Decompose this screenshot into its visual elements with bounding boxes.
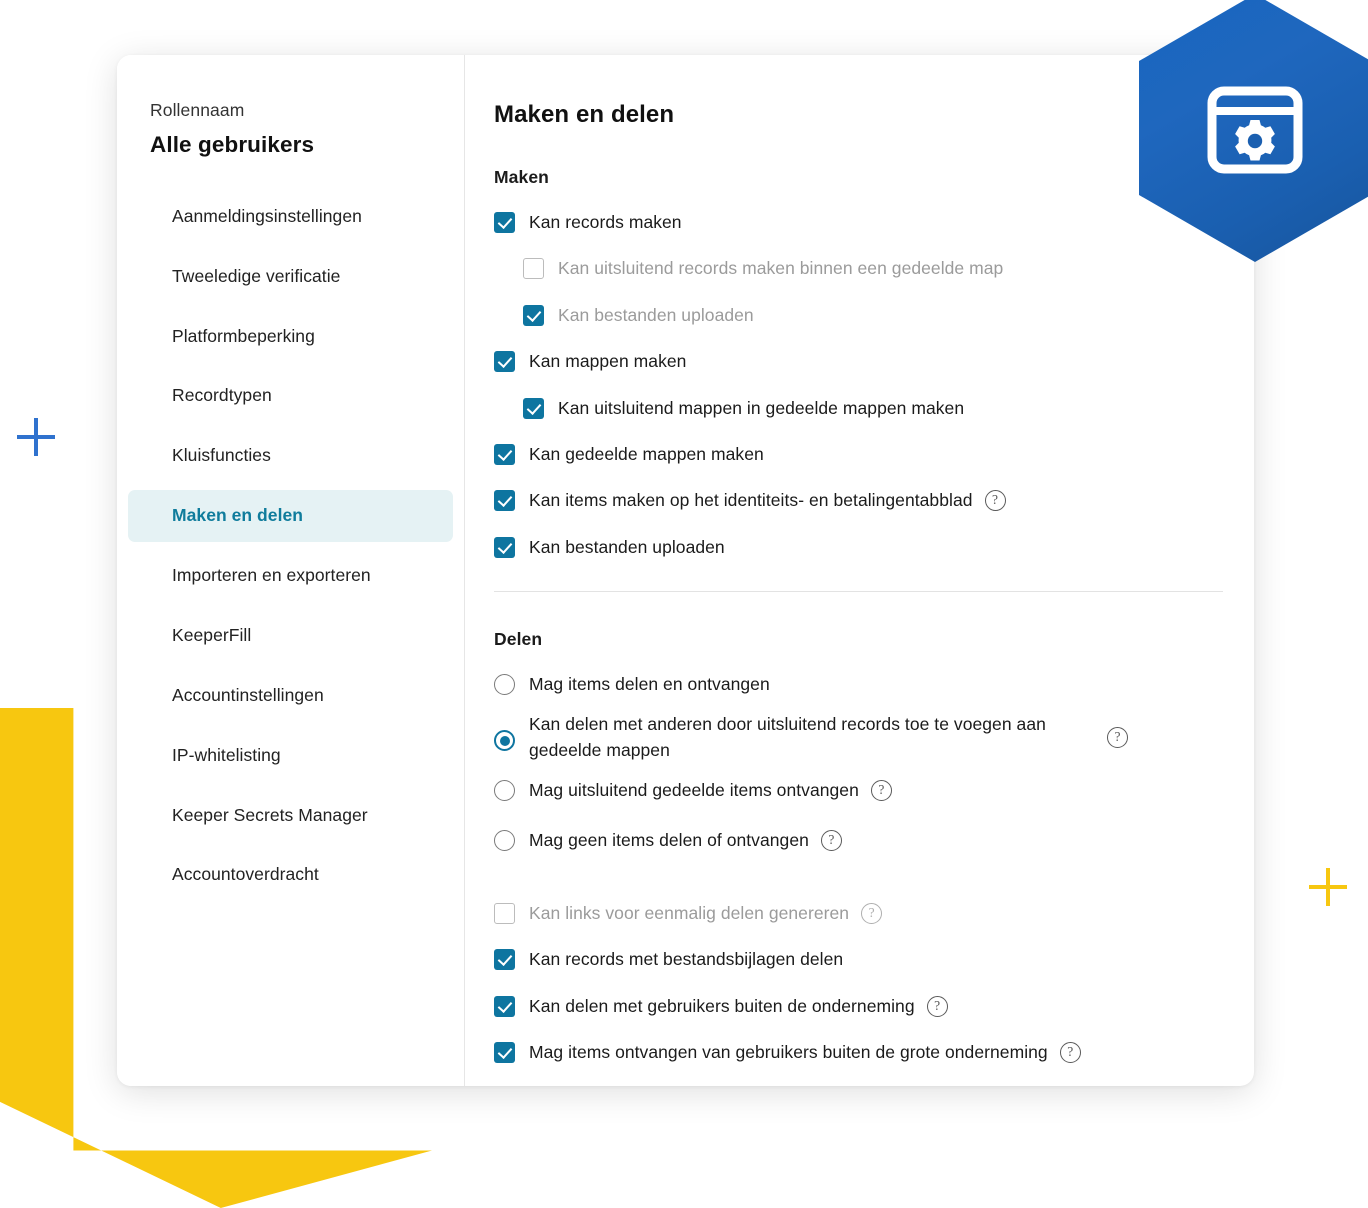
help-icon[interactable]: ? (820, 829, 842, 851)
sidebar-item-maken-en-delen[interactable]: Maken en delen (128, 490, 453, 542)
sidebar-item-accountoverdracht[interactable]: Accountoverdracht (128, 849, 453, 901)
checkbox-kan-records-maken[interactable] (494, 212, 515, 233)
option-row-kan-bestanden-uploaden-sub: Kan bestanden uploaden (494, 302, 1254, 328)
radio-kan-delen-met-anderen-records-toevoegen[interactable] (494, 730, 515, 752)
help-icon[interactable]: ? (1107, 726, 1128, 748)
option-row-kan-mappen-maken: Kan mappen maken (494, 348, 1254, 374)
settings-panel: Maken en delen Maken Kan records maken K… (465, 55, 1254, 1086)
sidebar-item-ip-whitelisting[interactable]: IP-whitelisting (128, 730, 453, 782)
option-label: Kan bestanden uploaden (558, 304, 754, 325)
help-icon[interactable]: ? (861, 902, 883, 924)
option-label: Kan bestanden uploaden (529, 536, 725, 557)
checkbox-kan-gedeelde-mappen-maken[interactable] (494, 443, 515, 465)
option-row-kan-records-maken: Kan records maken (494, 209, 1254, 235)
sidebar-item-keeperfill[interactable]: KeeperFill (128, 610, 453, 662)
sidebar-item-tweeledige-verificatie[interactable]: Tweeledige verificatie (128, 251, 453, 303)
option-row-kan-links-voor-eenmalig-delen-genereren: Kan links voor eenmalig delen genereren … (494, 900, 1254, 926)
radio-mag-items-delen-en-ontvangen[interactable] (494, 674, 515, 695)
radio-mag-uitsluitend-gedeelde-items-ontvangen[interactable] (494, 780, 515, 802)
option-label: Kan delen met gebruikers buiten de onder… (529, 995, 915, 1016)
option-label: Kan items maken op het identiteits- en b… (529, 490, 973, 511)
sidebar-item-recordtypen[interactable]: Recordtypen (128, 370, 453, 422)
option-label: Kan records maken (529, 212, 682, 232)
help-icon[interactable]: ? (926, 995, 948, 1017)
radio-row-mag-uitsluitend-gedeelde-items-ontvangen: Mag uitsluitend gedeelde items ontvangen… (494, 777, 1254, 803)
radio-row-mag-items-delen-en-ontvangen: Mag items delen en ontvangen (494, 671, 1254, 697)
option-label: Kan gedeelde mappen maken (529, 443, 764, 464)
option-label: Mag uitsluitend gedeelde items ontvangen (529, 780, 859, 801)
option-row-kan-uitsluitend-records-maken-binnen-gedeelde-map: Kan uitsluitend records maken binnen een… (494, 255, 1254, 281)
checkbox-mag-items-ontvangen-van-gebruikers-buiten-grote-onderneming[interactable] (494, 1042, 515, 1063)
option-label: Kan records met bestandsbijlagen delen (529, 949, 844, 970)
sidebar-item-importeren-en-exporteren[interactable]: Importeren en exporteren (128, 550, 453, 602)
help-icon[interactable]: ? (1059, 1042, 1081, 1063)
checkbox-kan-items-maken-identiteits-betalingentabblad[interactable] (494, 490, 515, 512)
help-icon[interactable]: ? (984, 490, 1006, 512)
option-row-kan-gedeelde-mappen-maken: Kan gedeelde mappen maken (494, 441, 1254, 467)
settings-card: Rollennaam Alle gebruikers Aanmeldingsin… (117, 55, 1254, 1086)
sidebar-item-kluisfuncties[interactable]: Kluisfuncties (128, 430, 453, 482)
checkbox-kan-uitsluitend-mappen-in-gedeelde-mappen-maken[interactable] (523, 397, 544, 419)
browser-settings-gear-icon (1207, 86, 1303, 174)
help-icon[interactable]: ? (870, 780, 892, 802)
checkbox-kan-uitsluitend-records-maken-binnen-gedeelde-map[interactable] (523, 258, 544, 280)
option-label: Kan mappen maken (529, 351, 687, 372)
sidebar-nav: Aanmeldingsinstellingen Tweeledige verif… (117, 191, 464, 902)
sidebar-item-keeper-secrets-manager[interactable]: Keeper Secrets Manager (128, 790, 453, 842)
checkbox-kan-records-met-bestandsbijlagen-delen[interactable] (494, 949, 515, 971)
option-label: Mag items delen en ontvangen (529, 674, 770, 694)
role-label: Rollennaam (150, 100, 245, 120)
option-label: Kan delen met anderen door uitsluitend r… (529, 714, 1046, 760)
section-divider (494, 591, 1223, 592)
sidebar: Rollennaam Alle gebruikers Aanmeldingsin… (117, 55, 465, 1086)
option-label: Kan uitsluitend mappen in gedeelde mappe… (558, 397, 965, 418)
sidebar-item-aanmeldingsinstellingen[interactable]: Aanmeldingsinstellingen (128, 191, 453, 243)
option-row-kan-items-maken-identiteits-betalingentabblad: Kan items maken op het identiteits- en b… (494, 487, 1254, 513)
section-label-delen: Delen (494, 629, 543, 649)
sidebar-item-platformbeperking[interactable]: Platformbeperking (128, 311, 453, 363)
blue-plus-decoration (17, 418, 55, 456)
option-label: Kan links voor eenmalig delen genereren (529, 902, 850, 923)
option-row-kan-records-met-bestandsbijlagen-delen: Kan records met bestandsbijlagen delen (494, 946, 1254, 972)
yellow-plus-decoration (1309, 868, 1347, 906)
option-row-kan-bestanden-uploaden: Kan bestanden uploaden (494, 534, 1254, 560)
option-row-kan-delen-met-gebruikers-buiten-de-onderneming: Kan delen met gebruikers buiten de onder… (494, 993, 1254, 1019)
checkbox-kan-mappen-maken[interactable] (494, 351, 515, 373)
checkbox-kan-bestanden-uploaden[interactable] (494, 536, 515, 558)
option-row-mag-items-ontvangen-van-gebruikers-buiten-grote-onderneming: Mag items ontvangen van gebruikers buite… (494, 1039, 1254, 1065)
option-label: Kan uitsluitend records maken binnen een… (558, 258, 1004, 279)
checkbox-kan-delen-met-gebruikers-buiten-de-onderneming[interactable] (494, 995, 515, 1017)
role-name: Alle gebruikers (150, 131, 315, 157)
option-label: Mag geen items delen of ontvangen (529, 829, 809, 850)
checkbox-kan-links-voor-eenmalig-delen-genereren[interactable] (494, 902, 515, 924)
option-row-kan-uitsluitend-mappen-in-gedeelde-mappen-maken: Kan uitsluitend mappen in gedeelde mappe… (494, 395, 1254, 421)
option-label: Mag items ontvangen van gebruikers buite… (529, 1042, 1048, 1062)
radio-row-mag-geen-items-delen-of-ontvangen: Mag geen items delen of ontvangen ? (494, 827, 1254, 853)
sidebar-item-accountinstellingen[interactable]: Accountinstellingen (128, 670, 453, 722)
checkbox-kan-bestanden-uploaden-sub[interactable] (523, 304, 544, 326)
radio-row-kan-delen-met-anderen-records-toevoegen: Kan delen met anderen door uitsluitend r… (494, 711, 1254, 763)
radio-mag-geen-items-delen-of-ontvangen[interactable] (494, 829, 515, 851)
